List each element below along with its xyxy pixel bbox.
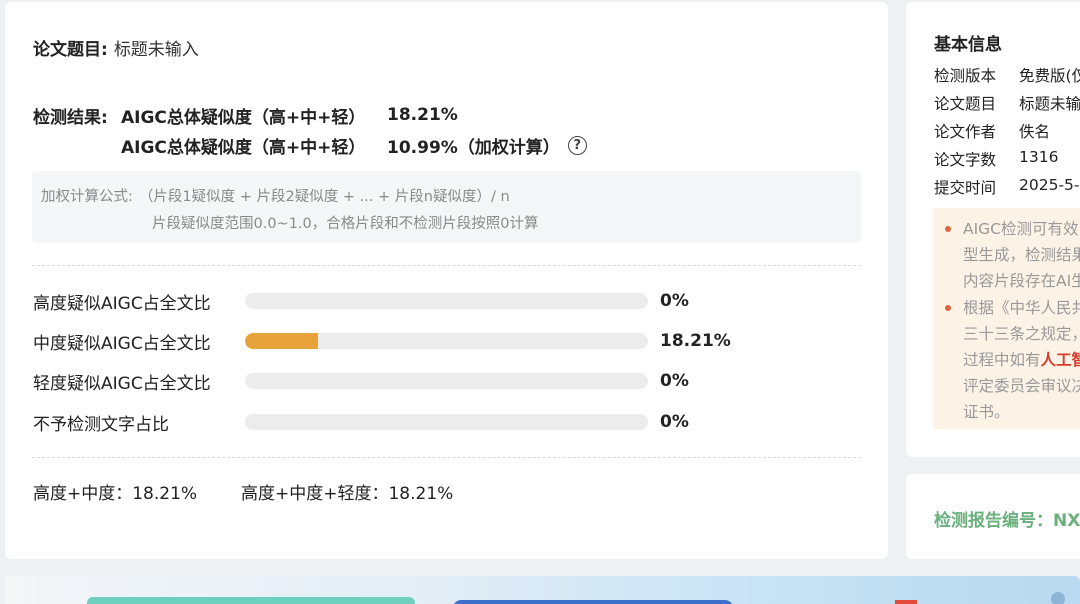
notice-text-prefix: 过程中如有 — [963, 351, 1041, 369]
formula-box: 加权计算公式: （片段1疑似度 + 片段2疑似度 + ... + 片段n疑似度）/… — [32, 171, 861, 243]
report-page: 论文题目: 标题未输入 检测结果: AIGC总体疑似度（高+中+轻） 18.21… — [0, 0, 1080, 604]
bar-label: 轻度疑似AIGC占全文比 — [33, 373, 211, 394]
info-key: 论文题目 — [934, 95, 997, 113]
info-value: 标题未输 — [1019, 95, 1080, 113]
info-row-submit-time: 提交时间 2025-5- — [934, 176, 1080, 198]
info-row-wordcount: 论文字数 1316 — [934, 148, 1058, 170]
info-value: 佚名 — [1019, 123, 1051, 141]
bar-label: 中度疑似AIGC占全文比 — [33, 333, 211, 354]
paper-title-value: 标题未输入 — [113, 40, 199, 60]
summary-high-mid-low: 高度+中度+轻度：18.21% — [241, 484, 454, 504]
promo-banner[interactable] — [5, 576, 1080, 604]
info-value: 免费版(仅 — [1019, 67, 1080, 85]
progress-track — [245, 414, 648, 430]
bar-value: 0% — [660, 412, 689, 432]
bar-row-excluded: 不予检测文字占比 0% — [33, 410, 689, 435]
bar-label: 不予检测文字占比 — [33, 414, 169, 435]
divider — [32, 265, 861, 266]
basic-info-card: 基本信息 检测版本 免费版(仅 论文题目 标题未输 论文作者 佚名 论文字数 1… — [906, 2, 1080, 457]
report-number-card: 检测报告编号：NX — [906, 474, 1080, 559]
bar-value: 0% — [660, 291, 689, 311]
info-value: 2025-5- — [1019, 176, 1080, 194]
banner-button-left[interactable] — [87, 597, 415, 604]
result-value: 18.21% — [387, 105, 458, 125]
summary-high-mid: 高度+中度：18.21% — [33, 484, 198, 504]
notice-highlight: 人工智 — [1040, 351, 1080, 369]
notice-text: 三十三条之规定， — [963, 325, 1080, 343]
info-row-author: 论文作者 佚名 — [934, 120, 1050, 142]
result-metric: AIGC总体疑似度（高+中+轻） — [121, 107, 366, 128]
result-card: 论文题目: 标题未输入 检测结果: AIGC总体疑似度（高+中+轻） 18.21… — [5, 2, 888, 559]
result-line-overall: 检测结果: AIGC总体疑似度（高+中+轻） 18.21% — [33, 100, 587, 130]
info-value: 1316 — [1019, 148, 1059, 166]
detection-result: 检测结果: AIGC总体疑似度（高+中+轻） 18.21% AIGC总体疑似度（… — [33, 100, 587, 160]
result-metric: AIGC总体疑似度（高+中+轻） — [121, 137, 366, 158]
bar-row-low: 轻度疑似AIGC占全文比 0% — [33, 369, 689, 394]
notice-text: 型生成，检测结果 — [963, 246, 1080, 264]
info-key: 论文作者 — [934, 123, 997, 141]
notice-text: 过程中如有人工智 — [963, 347, 1080, 373]
question-circle-icon[interactable]: ? — [567, 135, 587, 155]
info-key: 检测版本 — [934, 67, 997, 85]
notice-text: 根据《中华人民共 — [963, 299, 1080, 317]
banner-decoration — [1051, 592, 1065, 604]
notice-text: 证书。 — [963, 403, 1010, 421]
info-row-title: 论文题目 标题未输 — [934, 92, 1080, 114]
info-key: 提交时间 — [934, 179, 997, 197]
basic-info-heading: 基本信息 — [934, 35, 1002, 55]
notice-text: 评定委员会审议决 — [963, 377, 1080, 395]
bar-row-medium: 中度疑似AIGC占全文比 18.21% — [33, 329, 731, 354]
progress-track — [245, 293, 648, 309]
notice-text: AIGC检测可有效 — [963, 220, 1079, 238]
result-value: 10.99%（加权计算） — [387, 137, 560, 158]
bar-value: 18.21% — [660, 331, 731, 351]
result-line-weighted: AIGC总体疑似度（高+中+轻） 10.99%（加权计算） ? — [121, 130, 587, 160]
bullet-dot-icon — [945, 226, 951, 232]
bar-row-high: 高度疑似AIGC占全文比 0% — [33, 289, 689, 314]
paper-title-row: 论文题目: 标题未输入 — [33, 35, 199, 60]
formula-line: 加权计算公式: （片段1疑似度 + 片段2疑似度 + ... + 片段n疑似度）/… — [41, 185, 510, 206]
paper-title-label: 论文题目: — [33, 40, 108, 60]
progress-fill — [245, 333, 319, 349]
bar-value: 0% — [660, 371, 689, 391]
banner-decoration — [895, 600, 917, 604]
notice-text: 内容片段存在AI生 — [963, 272, 1080, 290]
divider — [32, 457, 861, 458]
result-label: 检测结果: — [33, 107, 108, 128]
bullet-dot-icon — [945, 305, 951, 311]
report-number: 检测报告编号：NX — [934, 511, 1080, 531]
notice-box: AIGC检测可有效 型生成，检测结果 内容片段存在AI生 根据《中华人民共 三十… — [933, 208, 1080, 429]
banner-button-right[interactable] — [453, 600, 733, 604]
progress-track — [245, 333, 648, 349]
formula-expression: （片段1疑似度 + 片段2疑似度 + ... + 片段n疑似度）/ n — [138, 189, 510, 205]
bar-label: 高度疑似AIGC占全文比 — [33, 293, 211, 314]
info-row-version: 检测版本 免费版(仅 — [934, 64, 1080, 86]
formula-label: 加权计算公式: — [41, 189, 133, 205]
progress-track — [245, 373, 648, 389]
info-key: 论文字数 — [934, 151, 997, 169]
formula-note: 片段疑似度范围0.0~1.0，合格片段和不检测片段按照0计算 — [152, 216, 539, 232]
